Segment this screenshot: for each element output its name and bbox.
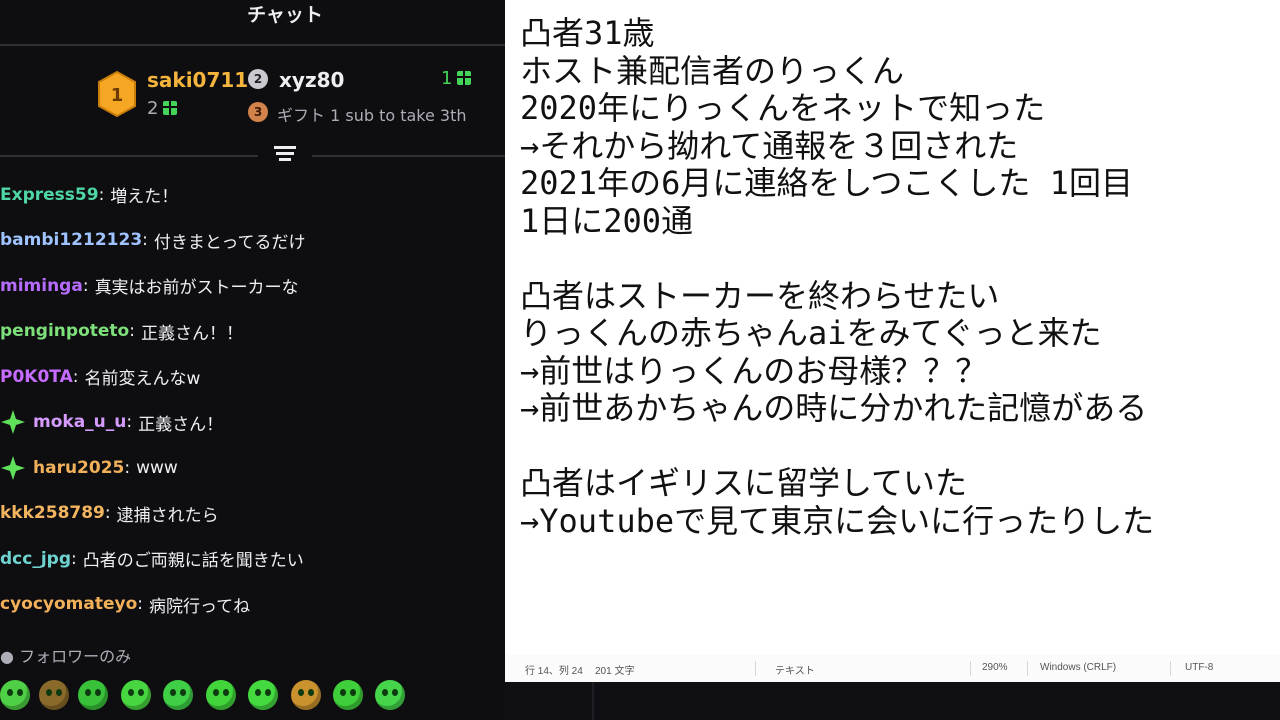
happy-emote-icon[interactable] bbox=[248, 680, 278, 710]
angel-emote-icon[interactable] bbox=[0, 680, 30, 710]
chat-text: 病院行ってね bbox=[149, 596, 251, 617]
divider bbox=[970, 661, 971, 676]
chat-username[interactable]: moka_u_u bbox=[33, 412, 126, 432]
chat-text: 正義さん！ bbox=[138, 414, 224, 435]
chat-message: Express59: 増えた！ bbox=[0, 172, 505, 218]
text-mode: テキスト bbox=[775, 666, 815, 677]
chat-username[interactable]: bambi1212123 bbox=[0, 230, 142, 250]
chat-message: dcc_jpg: 凸者のご両親に話を聞きたい bbox=[0, 536, 505, 582]
leaderboard-first-name[interactable]: saki0711 bbox=[147, 68, 248, 92]
angry-emote-icon[interactable] bbox=[39, 680, 69, 710]
gift-icon bbox=[163, 101, 178, 115]
line-ending: Windows (CRLF) bbox=[1040, 662, 1117, 673]
chat-text: 正義さん！！ bbox=[140, 323, 243, 344]
scared-emote-icon[interactable] bbox=[163, 680, 193, 710]
chat-username[interactable]: Express59 bbox=[0, 185, 99, 205]
collapse-leaderboard-icon[interactable] bbox=[274, 146, 296, 166]
encoding: UTF-8 bbox=[1185, 662, 1214, 673]
chat-text: 付きまとってるだけ bbox=[153, 232, 306, 253]
follower-only-mode[interactable]: ● フォロワーのみ bbox=[0, 643, 131, 667]
divider bbox=[0, 155, 258, 157]
chat-message: bambi1212123: 付きまとってるだけ bbox=[0, 218, 505, 264]
chat-message: P0K0TA: 名前変えんなw bbox=[0, 354, 505, 400]
divider bbox=[592, 682, 594, 720]
divider bbox=[755, 661, 756, 676]
chat-username[interactable]: miminga bbox=[0, 276, 83, 296]
cursor-position: 行 14、列 24 bbox=[525, 666, 583, 677]
chat-message: cyocyomateyo: 病院行ってね bbox=[0, 582, 505, 628]
desktop-background bbox=[505, 682, 1280, 720]
chat-message: haru2025: www bbox=[0, 445, 505, 491]
chat-text: 名前変えんなw bbox=[84, 369, 201, 390]
chat-message: miminga: 真実はお前がストーカーな bbox=[0, 263, 505, 309]
chat-username[interactable]: dcc_jpg bbox=[0, 549, 71, 569]
rank-3-badge-icon: 3 bbox=[248, 102, 268, 122]
chat-message: moka_u_u: 正義さん！ bbox=[0, 400, 505, 446]
divider bbox=[1170, 661, 1171, 676]
chat-text: 凸者のご両親に話を聞きたい bbox=[82, 551, 304, 572]
chat-username[interactable]: kkk258789 bbox=[0, 503, 105, 523]
smile-emote-icon[interactable] bbox=[121, 680, 151, 710]
sparkle-badge-icon[interactable] bbox=[0, 409, 26, 435]
leaderboard-first-count: 2 bbox=[147, 98, 178, 119]
helmet-emote-icon[interactable] bbox=[291, 680, 321, 710]
notepad-window: 凸者31歳 ホスト兼配信者のりっくん 2020年にりっくんをネットで知った →そ… bbox=[505, 0, 1280, 682]
leaderboard-second-name[interactable]: xyz80 bbox=[279, 68, 344, 92]
leaderboard-third-text[interactable]: ギフト 1 sub to take 3th bbox=[277, 102, 467, 126]
chat-title: チャット bbox=[247, 4, 323, 26]
grin-emote-icon[interactable] bbox=[206, 680, 236, 710]
svg-text:1: 1 bbox=[111, 85, 124, 106]
follower-heart-icon: ● bbox=[0, 647, 14, 666]
laugh-emote-icon[interactable] bbox=[333, 680, 363, 710]
leaderboard-second-count: 1 bbox=[441, 68, 472, 89]
emote-bar bbox=[0, 676, 420, 716]
chat-panel: チャット 1 saki0711 2 2 xyz80 1 3 ギフト 1 sub … bbox=[0, 0, 505, 720]
chat-message: kkk258789: 逮捕されたら bbox=[0, 491, 505, 537]
chat-username[interactable]: P0K0TA bbox=[0, 367, 73, 387]
status-bar: 行 14、列 24 201 文字 テキスト 290% Windows (CRLF… bbox=[505, 655, 1280, 682]
rank-2-badge-icon: 2 bbox=[248, 69, 268, 89]
char-count: 201 文字 bbox=[595, 666, 635, 677]
zoom-level: 290% bbox=[982, 662, 1008, 673]
chat-text: 逮捕されたら bbox=[116, 505, 219, 526]
rank-1-badge-icon: 1 bbox=[98, 70, 136, 118]
chat-username[interactable]: cyocyomateyo bbox=[0, 594, 137, 614]
notepad-text-area[interactable]: 凸者31歳 ホスト兼配信者のりっくん 2020年にりっくんをネットで知った →そ… bbox=[520, 14, 1280, 540]
chat-message: penginpoteto: 正義さん！！ bbox=[0, 309, 505, 355]
chat-text: 真実はお前がストーカーな bbox=[94, 278, 299, 299]
chat-text: www bbox=[136, 457, 178, 478]
sparkle-badge-icon[interactable] bbox=[0, 455, 26, 481]
divider bbox=[312, 155, 505, 157]
chat-username[interactable]: penginpoteto bbox=[0, 321, 129, 341]
divider bbox=[1027, 661, 1028, 676]
gift-icon bbox=[457, 71, 472, 85]
love-emote-icon[interactable] bbox=[375, 680, 405, 710]
divider bbox=[0, 44, 505, 46]
chat-text: 増えた！ bbox=[110, 187, 179, 208]
chat-messages: Express59: 増えた！ bambi1212123: 付きまとってるだけ mi… bbox=[0, 172, 505, 627]
chat-username[interactable]: haru2025 bbox=[33, 458, 124, 478]
crazy-emote-icon[interactable] bbox=[78, 680, 108, 710]
follower-only-label: フォロワーのみ bbox=[19, 647, 132, 666]
